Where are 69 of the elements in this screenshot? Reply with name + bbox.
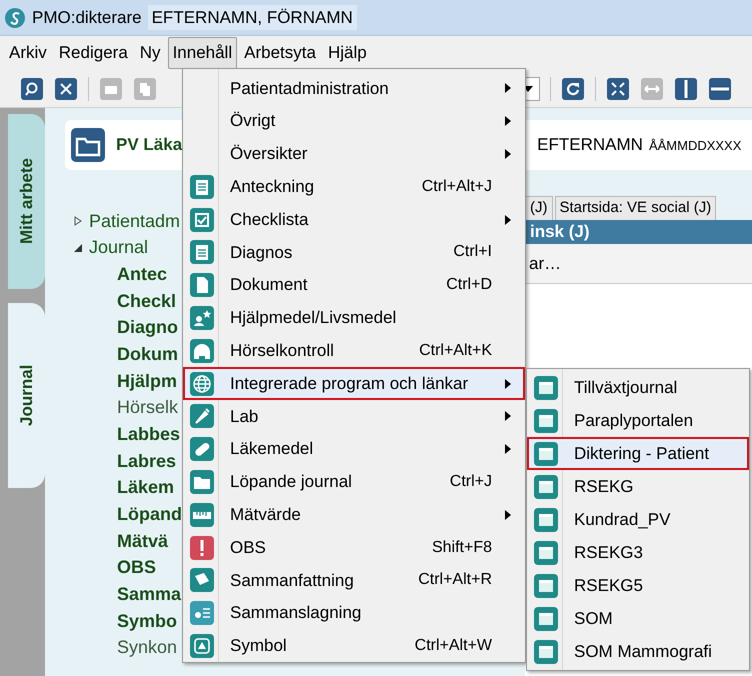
tree-item[interactable]: Journal: [89, 234, 148, 262]
tree-item[interactable]: Labres: [117, 448, 176, 475]
submenu-entry[interactable]: SOM Mammografi: [527, 635, 749, 668]
tree-item[interactable]: Löpand: [117, 501, 182, 528]
submenu-entry[interactable]: Kundrad_PV: [527, 503, 749, 536]
submenu-entry[interactable]: Tillväxtjournal: [527, 371, 749, 404]
shortcut-text: Ctrl+I: [453, 242, 492, 262]
patient-surname: EFTERNAMN: [537, 134, 643, 156]
tree-item[interactable]: Läkem: [117, 474, 174, 502]
menu-entry[interactable]: Checklista: [183, 203, 525, 236]
menu-entry[interactable]: Lab: [183, 400, 525, 433]
tree-item[interactable]: OBS: [117, 554, 156, 582]
tree-item[interactable]: Patientadm: [89, 208, 180, 235]
shortcut-text: Ctrl+Alt+K: [419, 340, 492, 361]
menu-entry[interactable]: Löpande journal Ctrl+J: [183, 466, 525, 498]
menu-entry[interactable]: Mätvärde: [183, 498, 525, 532]
workspace-title: PV Läka: [116, 134, 182, 156]
tree-item[interactable]: Diagno: [117, 314, 178, 342]
menu-entry[interactable]: Läkemedel: [183, 432, 525, 466]
tree-item[interactable]: Hjälpm: [117, 368, 178, 395]
tree-item[interactable]: Labbes: [117, 420, 180, 448]
menu-item[interactable]: Innehåll: [168, 37, 238, 69]
tree-item[interactable]: Dokum: [117, 340, 178, 368]
menu-entry[interactable]: Dokument Ctrl+D: [183, 268, 525, 302]
panel-text: ar…: [529, 252, 562, 275]
menu-item[interactable]: Redigera: [54, 37, 133, 69]
menu-entry[interactable]: Översikter: [183, 138, 525, 170]
document-tab[interactable]: (J): [525, 196, 552, 220]
submenu-entry[interactable]: RSEKG: [527, 470, 749, 503]
tree-item[interactable]: Samma: [117, 581, 182, 608]
document-tab[interactable]: Startsida: VE social (J): [554, 196, 716, 220]
menu-entry[interactable]: Hörselkontroll Ctrl+Alt+K: [183, 334, 525, 368]
menu-entry[interactable]: OBS Shift+F8: [183, 531, 525, 564]
submenu-entry[interactable]: SOM: [527, 602, 749, 635]
tree-item[interactable]: Hörselk: [117, 394, 178, 422]
panel-title: insk (J): [530, 221, 590, 244]
shortcut-text: Ctrl+Alt+R: [418, 570, 492, 590]
tree-item[interactable]: Checkl: [117, 288, 176, 315]
submenu-entry[interactable]: Diktering - Patient: [527, 437, 749, 470]
menu-entry[interactable]: Patientadministration: [183, 72, 525, 105]
menu-entry[interactable]: Symbol Ctrl+Alt+W: [183, 630, 525, 662]
menu-item[interactable]: Ny: [134, 37, 166, 69]
menu-entry[interactable]: Övrigt: [183, 104, 525, 138]
menu-entry[interactable]: Hjälpmedel/Livsmedel: [183, 302, 525, 334]
menu-item[interactable]: Hjälp: [322, 37, 372, 69]
menu-entry[interactable]: Sammanfattning Ctrl+Alt+R: [183, 564, 525, 597]
tree-item[interactable]: Symbo: [117, 608, 178, 635]
tree-item[interactable]: Synkon: [117, 634, 178, 662]
side-tab[interactable]: Journal: [8, 303, 45, 488]
window-title: PMO:dikterare: [32, 6, 142, 29]
submenu-entry[interactable]: RSEKG5: [527, 569, 749, 602]
menu-entry[interactable]: Sammanslagning: [183, 596, 525, 630]
side-tab[interactable]: Mitt arbete: [8, 114, 45, 289]
shortcut-text: Ctrl+J: [450, 472, 492, 492]
menu-entry[interactable]: Integrerade program och länkar: [183, 367, 525, 400]
patient-name: EFTERNAMN, FÖRNAMN: [148, 4, 357, 30]
submenu-entry[interactable]: Paraplyportalen: [527, 404, 749, 437]
shortcut-text: Ctrl+D: [446, 275, 492, 296]
submenu-entry[interactable]: RSEKG3: [527, 536, 749, 569]
menu-entry[interactable]: Diagnos Ctrl+I: [183, 236, 525, 269]
tree-item[interactable]: Antec: [117, 260, 168, 288]
menu-entry[interactable]: Anteckning Ctrl+Alt+J: [183, 170, 525, 204]
menu-item[interactable]: Arkiv: [4, 37, 52, 69]
shortcut-text: Ctrl+Alt+W: [414, 636, 492, 656]
menu-item[interactable]: Arbetsyta: [239, 37, 321, 69]
shortcut-text: Ctrl+Alt+J: [422, 176, 492, 197]
tree-item[interactable]: Mätvä: [117, 528, 168, 555]
patient-id: ÅÅMMDDXXXX: [648, 137, 742, 156]
shortcut-text: Shift+F8: [432, 538, 492, 558]
